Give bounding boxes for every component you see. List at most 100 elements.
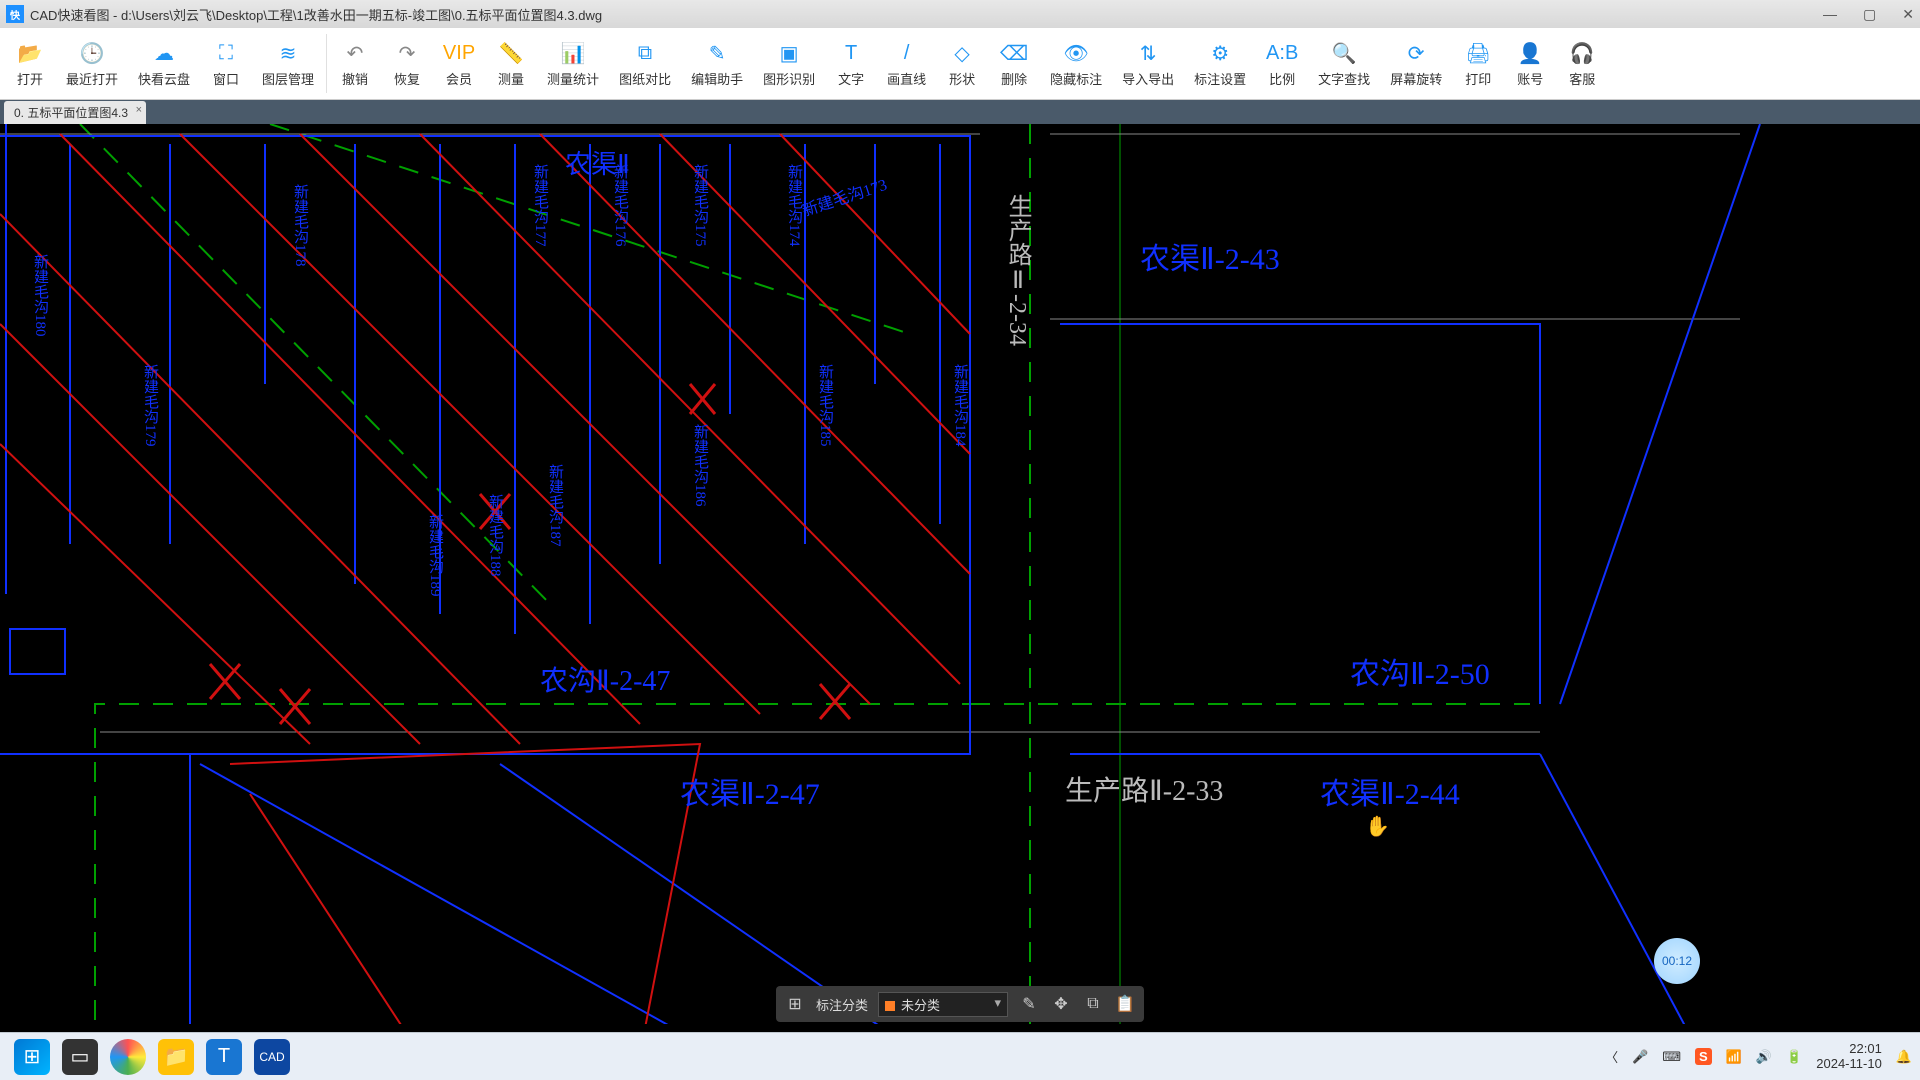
最近打开-icon: 🕒 [78,39,106,67]
toolbar-删除[interactable]: ⌫删除 [988,30,1040,97]
toolbar-会员[interactable]: VIP会员 [433,30,485,97]
close-button[interactable]: ✕ [1902,6,1914,23]
title-bar: 快 CAD快速看图 - d:\Users\刘云飞\Desktop\工程\1改善水… [0,0,1920,28]
toolbar-label: 形状 [949,69,975,88]
copy-icon[interactable]: ⧉ [1082,993,1104,1015]
toolbar-客服[interactable]: 🎧 客服 [1556,30,1608,97]
账号-icon: 👤 [1516,39,1544,67]
toolbar-画直线[interactable]: / 画直线 [877,30,936,97]
app-icon: 快 [6,5,24,23]
minimize-button[interactable]: — [1823,6,1837,23]
快看云盘-icon: ☁ [150,39,178,67]
toolbar-测量统计[interactable]: 📊测量统计 [537,30,609,97]
close-tab-icon[interactable]: × [136,104,142,116]
图纸对比-icon: ⧉ [631,39,659,67]
toolbar-隐藏标注[interactable]: 👁隐藏标注 [1040,30,1112,97]
toolbar-label: 图形识别 [763,69,815,88]
toolbar-比例[interactable]: A:B比例 [1256,30,1308,97]
category-label: 标注分类 [816,995,868,1014]
notifications-icon[interactable]: 🔔 [1896,1049,1912,1065]
toolbar-label: 导入导出 [1122,69,1174,88]
cad-app-icon[interactable]: CAD [254,1039,290,1075]
edit-icon[interactable]: ✎ [1018,993,1040,1015]
grid-icon[interactable]: ⊞ [784,993,806,1015]
toolbar-label: 图纸对比 [619,69,671,88]
dropdown-value: 未分类 [901,998,940,1013]
move-icon[interactable]: ✥ [1050,993,1072,1015]
客服-icon: 🎧 [1568,39,1596,67]
toolbar-编辑助手[interactable]: ✎编辑助手 [681,30,753,97]
browser-icon[interactable] [110,1039,146,1075]
toolbar-账号[interactable]: 👤账号 [1504,30,1556,97]
toolbar-label: 打开 [17,69,43,88]
toolbar-label: 客服 [1569,69,1595,88]
clock-date: 2024-11-10 [1816,1057,1882,1071]
cad-text: 新建毛沟188 [485,494,506,577]
文字-icon: T [837,39,865,67]
图层管理-icon: ≋ [274,39,302,67]
cad-text: 新建毛沟178 [290,184,311,267]
toolbar-测量[interactable]: 📏测量 [485,30,537,97]
删除-icon: ⌫ [1000,39,1028,67]
toolbar-图纸对比[interactable]: ⧉ 图纸对比 [609,30,681,97]
file-tab[interactable]: 0. 五标平面位置图4.3 × [4,101,146,124]
ime-icon[interactable]: S [1695,1048,1712,1065]
cad-text: 生产路Ⅱ-2-33 [1065,769,1223,809]
toolbar-导入导出[interactable]: ⇅导入导出 [1112,30,1184,97]
标注设置-icon: ⚙ [1206,39,1234,67]
toolbar-label: 画直线 [887,69,926,88]
toolbar-撤销[interactable]: ↶ 撤销 [329,30,381,97]
wifi-icon[interactable]: 📶 [1726,1049,1742,1065]
toolbar-label: 打印 [1465,69,1491,88]
maximize-button[interactable]: ▢ [1863,6,1876,23]
toolbar-标注设置[interactable]: ⚙标注设置 [1184,30,1256,97]
toolbar-窗口[interactable]: ⛶窗口 [200,30,252,97]
clock-time: 22:01 [1816,1042,1882,1056]
windows-taskbar: ⊞ ▭ 📁 T CAD 〈 🎤 ⌨ S 📶 🔊 🔋 22:01 2024-11-… [0,1032,1920,1080]
tray-chevron-icon[interactable]: 〈 [1605,1047,1618,1066]
file-explorer-icon[interactable]: 📁 [158,1039,194,1075]
toolbar-屏幕旋转[interactable]: ⟳屏幕旋转 [1380,30,1452,97]
cad-text: 生产路Ⅱ-2-34 [1000,194,1035,346]
toolbar-快看云盘[interactable]: ☁快看云盘 [128,30,200,97]
taskview-icon[interactable]: ▭ [62,1039,98,1075]
recording-timer[interactable]: 00:12 [1654,938,1700,984]
main-toolbar: 📂 打开 🕒最近打开☁快看云盘⛶窗口≋图层管理 ↶ 撤销 ↷恢复VIP会员📏测量📊测量统计… [0,28,1920,100]
toolbar-label: 文字查找 [1318,69,1370,88]
比例-icon: A:B [1268,39,1296,67]
toolbar-恢复[interactable]: ↷恢复 [381,30,433,97]
toolbar-label: 撤销 [342,69,368,88]
toolbar-打印[interactable]: 🖨打印 [1452,30,1504,97]
打开-icon: 📂 [16,39,44,67]
cad-text: 新建毛沟184 [950,364,971,447]
toolbar-图形识别[interactable]: ▣ 图形识别 [753,30,825,97]
app-icon-1[interactable]: T [206,1039,242,1075]
cad-canvas[interactable]: 农渠Ⅱ-2-43 农沟Ⅱ-2-50 农渠Ⅱ-2-44 生产路Ⅱ-2-33 生产路… [0,124,1920,1034]
toolbar-形状[interactable]: ◇形状 [936,30,988,97]
file-tab-label: 0. 五标平面位置图4.3 [14,106,128,120]
annotation-toolbar: ⊞ 标注分类 未分类 ✎ ✥ ⧉ 📋 [776,986,1144,1022]
画直线-icon: / [893,39,921,67]
会员-icon: VIP [445,39,473,67]
cad-text: 新建毛沟185 [815,364,836,447]
toolbar-图层管理[interactable]: ≋图层管理 [252,30,324,97]
toolbar-label: 编辑助手 [691,69,743,88]
图形识别-icon: ▣ [775,39,803,67]
cad-drawing [0,124,1920,1024]
toolbar-文字查找[interactable]: 🔍文字查找 [1308,30,1380,97]
volume-icon[interactable]: 🔊 [1756,1049,1772,1065]
paste-icon[interactable]: 📋 [1114,993,1136,1015]
category-dropdown[interactable]: 未分类 [878,992,1008,1017]
tray-keyboard-icon[interactable]: ⌨ [1662,1049,1681,1065]
toolbar-文字[interactable]: T文字 [825,30,877,97]
taskbar-clock[interactable]: 22:01 2024-11-10 [1816,1042,1882,1071]
cad-text: 新建毛沟187 [545,464,566,547]
battery-icon[interactable]: 🔋 [1786,1049,1802,1065]
start-button[interactable]: ⊞ [14,1039,50,1075]
toolbar-打开[interactable]: 📂 打开 [4,30,56,97]
tray-mic-icon[interactable]: 🎤 [1632,1049,1648,1065]
撤销-icon: ↶ [341,39,369,67]
屏幕旋转-icon: ⟳ [1402,39,1430,67]
toolbar-最近打开[interactable]: 🕒最近打开 [56,30,128,97]
window-title: CAD快速看图 - d:\Users\刘云飞\Desktop\工程\1改善水田一… [30,5,602,24]
